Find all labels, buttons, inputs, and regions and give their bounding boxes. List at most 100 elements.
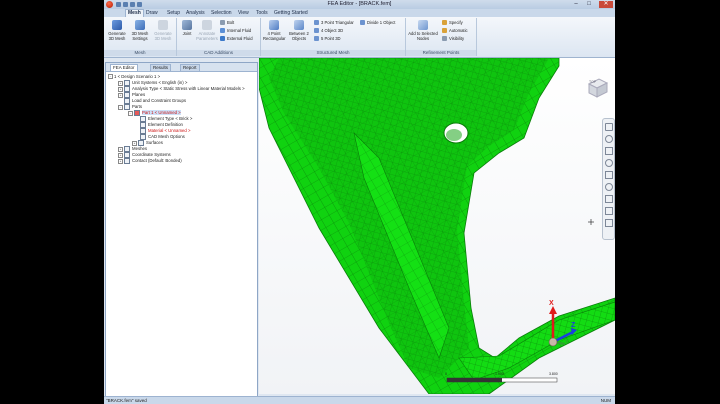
structured-mesh-group: 4 Point Rectangular Between 2 Objects 3 … — [261, 18, 406, 56]
point-3d-icon — [314, 36, 319, 42]
add-nodes-icon — [418, 20, 428, 30]
mesh-group: Generate 3D Mesh 3D Mesh Settings Genera… — [104, 18, 177, 56]
scale-label-2: 3.800 — [549, 372, 558, 376]
5-point-3d-button[interactable]: 5 Point 3D — [314, 36, 341, 42]
tab-fea-editor[interactable]: FEA Editor — [110, 64, 138, 71]
collapse-icon[interactable]: − — [108, 74, 113, 80]
annotate-parameters-button[interactable]: Annotate Parameters — [196, 20, 218, 41]
tab-setup[interactable]: Setup — [167, 10, 180, 17]
collapse-icon[interactable]: − — [118, 104, 123, 110]
joint-button[interactable]: Joint — [179, 20, 195, 36]
4-object-3d-button[interactable]: 4 Object 3D — [314, 28, 343, 34]
maximize-button[interactable]: □ — [584, 1, 594, 8]
scale-bar — [446, 377, 558, 383]
y-axis-label: Y — [565, 340, 570, 346]
model-viewport[interactable]: TOP X Z Y 0 1.900 3.800 — [259, 58, 615, 394]
bolt-icon — [220, 20, 225, 26]
expand-icon[interactable]: + — [118, 158, 123, 164]
generate-3d-mesh-button[interactable]: Generate 3D Mesh — [107, 20, 127, 41]
mesh-icon — [112, 20, 122, 30]
app-window: FEA Editor - [BRACK.fem] – □ ✕ Mesh Draw… — [104, 0, 615, 404]
internal-fluid-icon — [220, 28, 225, 34]
collapse-icon[interactable]: − — [128, 110, 133, 116]
refinement-points-label: Refinement Points — [406, 50, 476, 56]
status-bar: "BRACK.fem" saved NUM — [104, 396, 615, 404]
zoom-window-icon[interactable] — [605, 195, 613, 203]
external-fluid-icon — [220, 36, 225, 42]
automatic-button[interactable]: Automatic — [442, 28, 468, 34]
joint-icon — [182, 20, 192, 30]
expand-icon[interactable]: + — [118, 146, 123, 152]
scale-label-0: 0 — [445, 372, 447, 376]
view-cube-label: TOP — [589, 80, 597, 84]
title-bar: FEA Editor - [BRACK.fem] – □ ✕ — [104, 0, 615, 9]
ribbon: Generate 3D Mesh 3D Mesh Settings Genera… — [104, 17, 615, 58]
3-point-triangular-button[interactable]: 3 Point Triangular — [314, 20, 354, 26]
cad-additions-group: Joint Annotate Parameters Bolt Internal … — [177, 18, 261, 56]
object-3d-icon — [314, 28, 319, 34]
browser-panel: FEA Editor Results Report −1 < Design Sc… — [105, 62, 258, 398]
visibility-icon — [442, 36, 447, 42]
generate-cad-mesh-button[interactable]: Generate 3D Mesh — [153, 20, 173, 41]
tab-mesh[interactable]: Mesh — [125, 9, 144, 17]
tab-view[interactable]: View — [238, 10, 249, 17]
expand-icon[interactable]: + — [118, 80, 123, 86]
menu-bar: Mesh Draw Setup Analysis Selection View … — [104, 9, 615, 17]
tab-analysis[interactable]: Analysis — [186, 10, 205, 17]
expand-icon[interactable]: + — [118, 86, 123, 92]
tab-report[interactable]: Report — [180, 64, 200, 71]
mesh-group-label: Mesh — [104, 50, 176, 56]
view-cube[interactable]: TOP — [585, 76, 609, 98]
coordinate-triad: X Z Y — [541, 300, 581, 350]
external-fluid-button[interactable]: External Fluid — [220, 36, 253, 42]
minimize-button[interactable]: – — [571, 1, 581, 8]
scale-label-1: 1.900 — [495, 372, 504, 376]
window-title: FEA Editor - [BRACK.fem] — [327, 1, 392, 7]
tab-tools[interactable]: Tools — [256, 10, 268, 17]
num-lock-indicator: NUM — [600, 398, 611, 403]
divide-icon — [360, 20, 365, 26]
look-icon[interactable] — [605, 171, 613, 179]
add-to-selected-nodes-button[interactable]: Add to Selected Nodes — [408, 20, 438, 41]
between-2-objects-button[interactable]: Between 2 Objects — [288, 20, 310, 41]
navigation-bar — [602, 118, 615, 240]
visibility-button[interactable]: Visibility — [442, 36, 464, 42]
triangle-icon — [314, 20, 319, 26]
expand-icon[interactable]: + — [118, 152, 123, 158]
status-message: "BRACK.fem" saved — [106, 398, 147, 403]
panel-tabs: FEA Editor Results Report — [106, 63, 257, 72]
tab-selection[interactable]: Selection — [211, 10, 232, 17]
mesh-disabled-icon — [158, 20, 168, 30]
zoom-icon[interactable] — [605, 147, 613, 155]
tree-item-contact[interactable]: + Contact (Default: Bonded) — [118, 158, 182, 164]
full-navigation-wheel-icon[interactable] — [605, 123, 613, 131]
next-view-icon[interactable] — [605, 219, 613, 227]
orbit-icon[interactable] — [605, 159, 613, 167]
contact-icon — [124, 158, 130, 164]
between-objects-icon — [294, 20, 304, 30]
close-button[interactable]: ✕ — [599, 1, 613, 8]
tab-results[interactable]: Results — [150, 64, 172, 71]
z-axis-label: Z — [571, 322, 576, 329]
automatic-icon — [442, 28, 447, 34]
previous-view-icon[interactable] — [605, 207, 613, 215]
rectangle-mesh-icon — [269, 20, 279, 30]
cad-additions-label: CAD Additions — [177, 50, 260, 56]
x-axis-label: X — [549, 300, 554, 307]
4-point-rectangular-button[interactable]: 4 Point Rectangular — [263, 20, 286, 41]
divide-1-object-button[interactable]: Divide 1 Object — [360, 20, 395, 26]
tab-draw[interactable]: Draw — [146, 10, 158, 17]
expand-icon[interactable]: + — [118, 92, 123, 98]
expand-icon[interactable]: + — [132, 140, 137, 146]
fit-icon[interactable] — [605, 183, 613, 191]
pan-icon[interactable] — [605, 135, 613, 143]
tab-getting-started[interactable]: Getting Started — [274, 10, 308, 17]
3d-mesh-settings-button[interactable]: 3D Mesh Settings — [129, 20, 151, 41]
specify-button[interactable]: Specify — [442, 20, 463, 26]
refinement-points-group: Add to Selected Nodes Specify Automatic … — [406, 18, 477, 56]
bolt-button[interactable]: Bolt — [220, 20, 234, 26]
annotate-icon — [202, 20, 212, 30]
crosshair-cursor — [588, 219, 594, 225]
structured-mesh-label: Structured Mesh — [261, 50, 405, 56]
internal-fluid-button[interactable]: Internal Fluid — [220, 28, 251, 34]
